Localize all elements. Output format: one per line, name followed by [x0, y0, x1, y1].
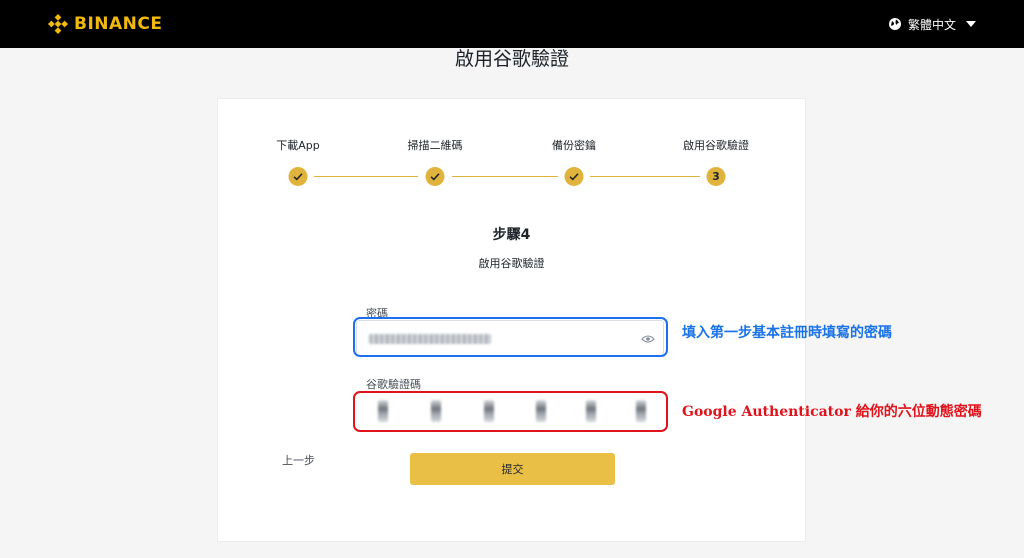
submit-button[interactable]: 提交	[410, 453, 615, 485]
language-label: 繁體中文	[907, 17, 956, 32]
step-done-marker	[425, 167, 445, 186]
top-navbar: BINANCE 繁體中文	[0, 0, 1024, 48]
step-connector	[590, 176, 700, 177]
password-annotation: 填入第一步基本註冊時填寫的密碼	[682, 325, 892, 341]
step-current-marker: 3	[706, 167, 726, 186]
step-connector	[452, 176, 558, 177]
language-selector[interactable]: 繁體中文	[888, 15, 976, 33]
chevron-down-icon	[966, 21, 976, 27]
step-label: 啟用谷歌驗證	[683, 139, 749, 152]
check-icon	[430, 173, 440, 181]
check-icon	[569, 173, 579, 181]
page-title: 啟用谷歌驗證	[454, 48, 569, 70]
back-link[interactable]: 上一步	[282, 452, 315, 468]
globe-icon	[888, 18, 901, 30]
auth-code-label: 谷歌驗證碼	[366, 378, 421, 391]
binance-logo-icon	[48, 14, 68, 34]
code-annotation: Google Authenticator 給你的六位動態密碼	[682, 404, 982, 420]
step-subheading: 啟用谷歌驗證	[478, 257, 545, 270]
step-done-marker	[564, 167, 584, 186]
step-done-marker	[288, 167, 308, 186]
step-heading: 步驟4	[492, 227, 531, 243]
step-label: 備份密鑰	[552, 139, 596, 152]
brand-name: BINANCE	[74, 14, 163, 34]
brand-logo[interactable]: BINANCE	[48, 12, 162, 36]
step-connector	[314, 176, 418, 177]
password-highlight-box	[353, 317, 668, 357]
step-label: 下載App	[276, 139, 320, 152]
step-label: 掃描二維碼	[407, 139, 463, 152]
code-highlight-box	[353, 391, 668, 432]
check-icon	[293, 173, 303, 181]
